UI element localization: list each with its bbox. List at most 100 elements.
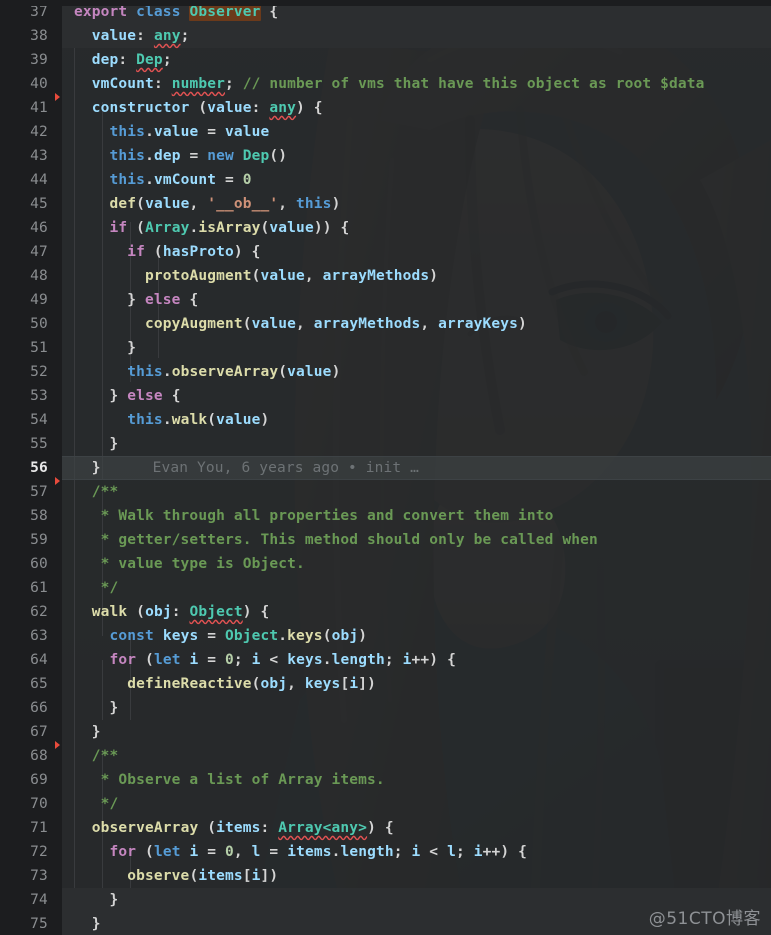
- line-number-44[interactable]: 44: [0, 168, 62, 192]
- line-number-62[interactable]: 62: [0, 600, 62, 624]
- line-number-52[interactable]: 52: [0, 360, 62, 384]
- code-line-41[interactable]: constructor (value: any) {: [62, 96, 771, 120]
- code-token: let: [153, 844, 181, 860]
- line-number-56[interactable]: 56: [0, 456, 62, 485]
- code-line-73[interactable]: observe(items[i]): [62, 864, 771, 888]
- code-token: {: [180, 292, 199, 308]
- code-line-47[interactable]: if (hasProto) {: [62, 240, 771, 264]
- code-token: vmCount: [153, 172, 217, 188]
- line-number-68[interactable]: 68: [0, 744, 62, 768]
- line-number-46[interactable]: 46: [0, 216, 62, 240]
- code-line-59[interactable]: * getter/setters. This method should onl…: [62, 528, 771, 552]
- line-number-43[interactable]: 43: [0, 144, 62, 168]
- line-number-45[interactable]: 45: [0, 192, 62, 216]
- code-line-55[interactable]: }: [62, 432, 771, 456]
- line-number-42[interactable]: 42: [0, 120, 62, 144]
- code-line-51[interactable]: }: [62, 336, 771, 360]
- line-number-41[interactable]: 41: [0, 96, 62, 120]
- code-line-49[interactable]: } else {: [62, 288, 771, 312]
- code-line-53[interactable]: } else {: [62, 384, 771, 408]
- code-token: obj: [260, 676, 288, 692]
- code-line-50[interactable]: copyAugment(value, arrayMethods, arrayKe…: [62, 312, 771, 336]
- code-token: i: [349, 676, 359, 692]
- line-number-54[interactable]: 54: [0, 408, 62, 432]
- line-number-58[interactable]: 58: [0, 504, 62, 528]
- line-number-64[interactable]: 64: [0, 648, 62, 672]
- line-number-67[interactable]: 67: [0, 720, 62, 749]
- code-line-66[interactable]: }: [62, 696, 771, 720]
- code-line-48[interactable]: protoAugment(value, arrayMethods): [62, 264, 771, 288]
- line-number-53[interactable]: 53: [0, 384, 62, 408]
- line-number-59[interactable]: 59: [0, 528, 62, 552]
- code-line-52[interactable]: this.observeArray(value): [62, 360, 771, 384]
- line-number-39[interactable]: 39: [0, 48, 62, 72]
- line-number-60[interactable]: 60: [0, 552, 62, 576]
- code-editor[interactable]: export class Observer { value: any; dep:…: [0, 0, 771, 935]
- line-number-49[interactable]: 49: [0, 288, 62, 312]
- line-number-73[interactable]: 73: [0, 864, 62, 888]
- line-number-66[interactable]: 66: [0, 696, 62, 720]
- code-line-72[interactable]: for (let i = 0, l = items.length; i < l;…: [62, 840, 771, 864]
- code-line-63[interactable]: const keys = Object.keys(obj): [62, 624, 771, 648]
- line-number-70[interactable]: 70: [0, 792, 62, 816]
- code-line-44[interactable]: this.vmCount = 0: [62, 168, 771, 192]
- line-number-61[interactable]: 61: [0, 576, 62, 600]
- line-number-75[interactable]: 75: [0, 912, 62, 935]
- code-line-71[interactable]: observeArray (items: Array<any>) {: [62, 816, 771, 840]
- line-number-71[interactable]: 71: [0, 816, 62, 840]
- code-line-65[interactable]: defineReactive(obj, keys[i]): [62, 672, 771, 696]
- code-line-42[interactable]: this.value = value: [62, 120, 771, 144]
- code-line-54[interactable]: this.walk(value): [62, 408, 771, 432]
- line-number-55[interactable]: 55: [0, 432, 62, 456]
- code-content[interactable]: export class Observer { value: any; dep:…: [62, 0, 771, 935]
- code-line-61[interactable]: */: [62, 576, 771, 600]
- code-line-57[interactable]: /**: [62, 480, 771, 504]
- line-number-51[interactable]: 51: [0, 336, 62, 360]
- code-token: :: [118, 52, 137, 68]
- code-line-70[interactable]: */: [62, 792, 771, 816]
- line-number-50[interactable]: 50: [0, 312, 62, 336]
- code-line-62[interactable]: walk (obj: Object) {: [62, 600, 771, 624]
- code-line-67[interactable]: }: [62, 720, 771, 744]
- code-line-39[interactable]: dep: Dep;: [62, 48, 771, 72]
- code-line-60[interactable]: * value type is Object.: [62, 552, 771, 576]
- code-line-46[interactable]: if (Array.isArray(value)) {: [62, 216, 771, 240]
- code-line-38[interactable]: value: any;: [62, 24, 771, 48]
- line-number-40[interactable]: 40: [0, 72, 62, 101]
- line-number-74[interactable]: 74: [0, 888, 62, 912]
- line-number-38[interactable]: 38: [0, 24, 62, 48]
- code-token: [: [242, 868, 252, 884]
- line-number-65[interactable]: 65: [0, 672, 62, 696]
- code-line-69[interactable]: * Observe a list of Array items.: [62, 768, 771, 792]
- code-line-56[interactable]: } Evan You, 6 years ago • init …: [62, 456, 771, 480]
- line-number-label: 59: [30, 532, 48, 548]
- code-token: ): [331, 364, 341, 380]
- code-token: value: [260, 268, 305, 284]
- line-number-69[interactable]: 69: [0, 768, 62, 792]
- line-number-label: 70: [30, 796, 48, 812]
- code-token: obj: [145, 604, 172, 620]
- line-number-57[interactable]: 57: [0, 480, 62, 504]
- line-number-gutter[interactable]: 37 38 39 40 41 42 43 44 45 46 47 48 49 50 51 52 53 54 55 56…: [0, 0, 62, 935]
- code-line-64[interactable]: for (let i = 0; i < keys.length; i++) {: [62, 648, 771, 672]
- line-number-label: 55: [30, 436, 48, 452]
- code-line-45[interactable]: def(value, '__ob__', this): [62, 192, 771, 216]
- code-token: (: [127, 220, 146, 236]
- line-number-48[interactable]: 48: [0, 264, 62, 288]
- line-number-63[interactable]: 63: [0, 624, 62, 648]
- line-number-label: 38: [30, 28, 48, 44]
- line-number-label: 47: [30, 244, 48, 260]
- line-number-72[interactable]: 72: [0, 840, 62, 864]
- code-token: )) {: [313, 220, 350, 236]
- code-token: * value type is Object.: [74, 556, 305, 572]
- code-line-68[interactable]: /**: [62, 744, 771, 768]
- code-line-40[interactable]: vmCount: number; // number of vms that h…: [62, 72, 771, 96]
- code-token: class: [136, 4, 181, 20]
- code-line-58[interactable]: * Walk through all properties and conver…: [62, 504, 771, 528]
- code-token: else: [127, 388, 163, 404]
- line-number-47[interactable]: 47: [0, 240, 62, 264]
- code-token: defineReactive: [127, 676, 252, 692]
- code-line-43[interactable]: this.dep = new Dep(): [62, 144, 771, 168]
